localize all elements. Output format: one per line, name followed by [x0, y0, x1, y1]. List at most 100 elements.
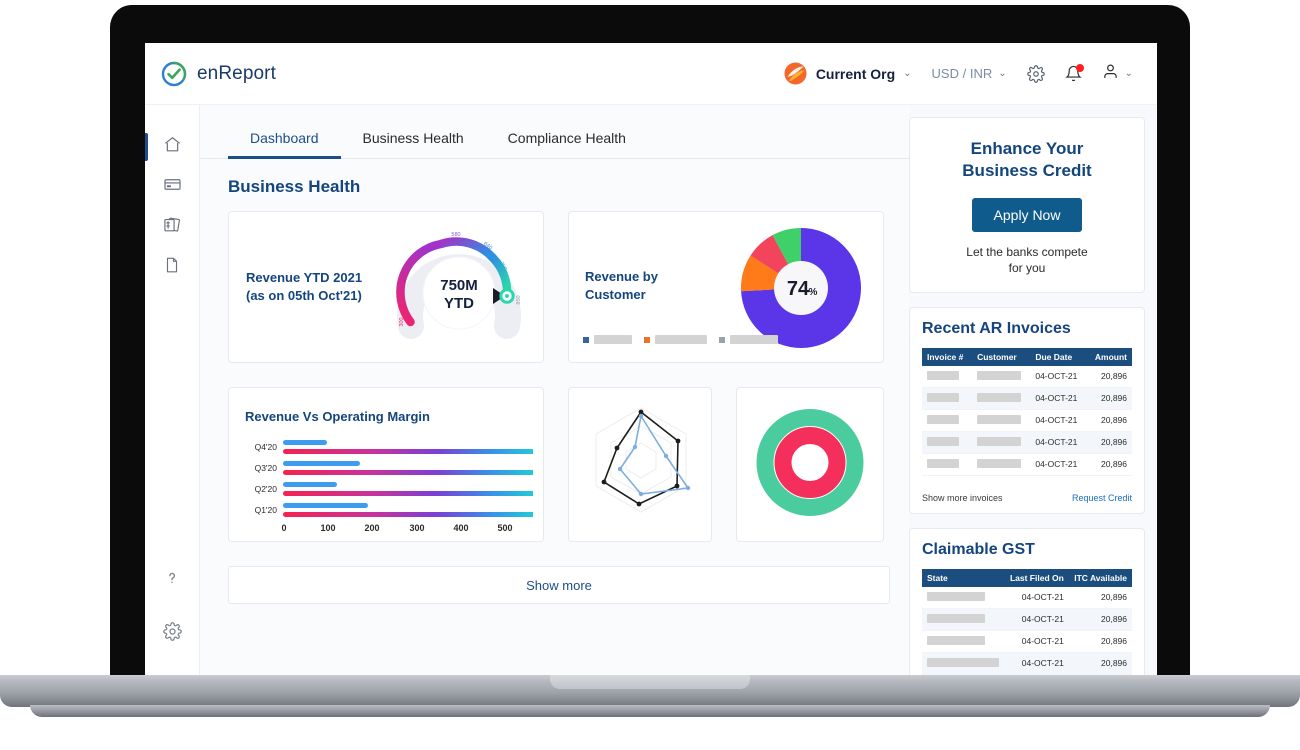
invoices-footer: Show more invoices Request Credit	[910, 486, 1144, 513]
table-row[interactable]: 04-OCT-21 20,896	[922, 365, 1132, 388]
main-content: Dashboard Business Health Compliance Hea…	[200, 105, 909, 678]
laptop-foot	[30, 705, 1270, 717]
legend-item[interactable]	[583, 335, 632, 344]
cell-amount: 20,896	[1086, 453, 1132, 476]
user-menu[interactable]: ⌄	[1102, 63, 1133, 85]
table-row[interactable]: 04-OCT-21 20,896	[922, 586, 1132, 609]
donut-legend	[583, 335, 778, 344]
table-row[interactable]: 04-OCT-21 20,896	[922, 431, 1132, 454]
table-row[interactable]: 04-OCT-21 20,896	[922, 630, 1132, 653]
right-rail: Enhance Your Business Credit Apply Now L…	[909, 105, 1157, 678]
bell-icon[interactable]	[1064, 64, 1084, 82]
col-amount: Amount	[1086, 347, 1132, 366]
brand-name: enReport	[197, 62, 276, 84]
cell-invoice-number	[922, 365, 973, 388]
col-due-date: Due Date	[1030, 347, 1087, 366]
gauge-center-value: 750M	[440, 277, 478, 294]
table-row[interactable]: 04-OCT-21 20,896	[922, 409, 1132, 432]
card-rings	[736, 387, 884, 542]
card-revenue-by-customer: Revenue by Customer 74 %	[568, 211, 884, 363]
sidebar-item-home[interactable]	[145, 127, 200, 167]
cell-invoice-number	[922, 409, 973, 432]
cell-customer	[972, 453, 1031, 476]
donut-title-line2: Customer	[585, 286, 646, 302]
laptop-screen: enReport Current Org ⌄ USD / INR ⌄ ⌄ Das…	[145, 43, 1157, 678]
app-body: Dashboard Business Health Compliance Hea…	[145, 105, 1157, 678]
svg-text:580: 580	[451, 232, 460, 238]
brand-logo[interactable]: enReport	[161, 61, 276, 87]
card-revenue-ytd: Revenue YTD 2021 (as on 05th Oct'21) 300…	[228, 211, 544, 363]
legend-label-redacted	[655, 335, 707, 344]
cell-state	[922, 608, 1005, 631]
laptop-frame: enReport Current Org ⌄ USD / INR ⌄ ⌄ Das…	[110, 5, 1190, 685]
header-actions: Current Org ⌄ USD / INR ⌄ ⌄	[783, 61, 1133, 86]
request-credit-link[interactable]: Request Credit	[1072, 493, 1132, 503]
laptop-base-notch	[550, 675, 750, 689]
cell-itc: 20,896	[1068, 630, 1132, 653]
bar-xtick-label: 0	[281, 523, 286, 533]
legend-swatch	[583, 336, 589, 343]
invoices-money-icon	[162, 215, 182, 240]
sidebar-item-help[interactable]	[145, 560, 200, 600]
sidebar-item-invoices[interactable]	[145, 207, 200, 247]
show-more-invoices-link[interactable]: Show more invoices	[922, 493, 1003, 503]
cell-due-date: 04-OCT-21	[1030, 365, 1087, 388]
tab-dashboard[interactable]: Dashboard	[228, 130, 341, 159]
document-icon	[163, 256, 181, 279]
col-itc-available: ITC Available	[1068, 568, 1132, 587]
sidebar-item-documents[interactable]	[145, 247, 200, 287]
user-avatar-icon	[1102, 63, 1119, 85]
sidebar-item-settings[interactable]	[145, 614, 200, 654]
cell-amount: 20,896	[1086, 387, 1132, 410]
card-title-revenue-vs-margin: Revenue Vs Operating Margin	[245, 409, 430, 424]
legend-label-redacted	[594, 335, 632, 344]
table-row[interactable]: 04-OCT-21 20,896	[922, 608, 1132, 631]
swirl-org-logo-icon	[783, 61, 808, 86]
svg-text:850: 850	[516, 295, 522, 304]
bar-xtick-label: 400	[453, 523, 468, 533]
org-selector[interactable]: Current Org ⌄	[783, 61, 912, 86]
invoices-table: Invoice # Customer Due Date Amount 04-OC…	[922, 347, 1132, 476]
cell-last-filed: 04-OCT-21	[1004, 586, 1069, 609]
page-title: Business Health	[228, 177, 361, 196]
apply-now-button[interactable]: Apply Now	[971, 197, 1083, 232]
cell-due-date: 04-OCT-21	[1030, 453, 1087, 476]
sidebar-item-card[interactable]	[145, 167, 200, 207]
table-row[interactable]: 04-OCT-21 20,896	[922, 652, 1132, 675]
settings-gear-icon	[162, 622, 182, 646]
show-more-button[interactable]: Show more	[228, 566, 890, 604]
card-title-revenue-by-customer: Revenue by Customer	[585, 268, 695, 303]
table-row[interactable]: 04-OCT-21 20,896	[922, 387, 1132, 410]
cell-customer	[972, 387, 1031, 410]
panel-title-gst: Claimable GST	[922, 540, 1035, 558]
currency-selector[interactable]: USD / INR ⌄	[932, 66, 1007, 81]
cards-row-1: Revenue YTD 2021 (as on 05th Oct'21) 300…	[228, 211, 890, 363]
promo-sub-line2: for you	[1008, 260, 1046, 275]
legend-item[interactable]	[644, 335, 707, 344]
cell-amount: 20,896	[1086, 431, 1132, 454]
card-title-revenue-ytd: Revenue YTD 2021 (as on 05th Oct'21)	[246, 269, 396, 304]
cell-itc: 20,896	[1068, 586, 1132, 609]
gauge-center-label: YTD	[444, 295, 474, 312]
legend-item[interactable]	[719, 335, 778, 344]
table-row[interactable]: 04-OCT-21 20,896	[922, 453, 1132, 476]
panel-title-invoices: Recent AR Invoices	[922, 319, 1071, 337]
gear-icon[interactable]	[1026, 64, 1045, 83]
panel-recent-ar-invoices: Recent AR Invoices Invoice # Customer Du…	[909, 306, 1145, 514]
cell-invoice-number	[922, 453, 973, 476]
promo-title-line2: Business Credit	[962, 160, 1092, 180]
org-name: Current Org	[815, 65, 896, 82]
radar-chart	[575, 394, 707, 541]
cell-last-filed: 04-OCT-21	[1004, 630, 1069, 653]
cell-itc: 20,896	[1068, 652, 1132, 675]
cell-state	[922, 652, 1005, 675]
card-radar	[568, 387, 712, 542]
bar-category-label: Q4'20	[255, 442, 278, 452]
card-icon	[163, 175, 182, 199]
tab-business-health[interactable]: Business Health	[341, 130, 486, 158]
bar-xtick-label: 500	[497, 523, 512, 533]
tab-compliance-health[interactable]: Compliance Health	[486, 130, 648, 158]
cell-invoice-number	[922, 387, 973, 410]
home-icon	[163, 135, 182, 159]
bar-xtick-label: 200	[364, 523, 379, 533]
